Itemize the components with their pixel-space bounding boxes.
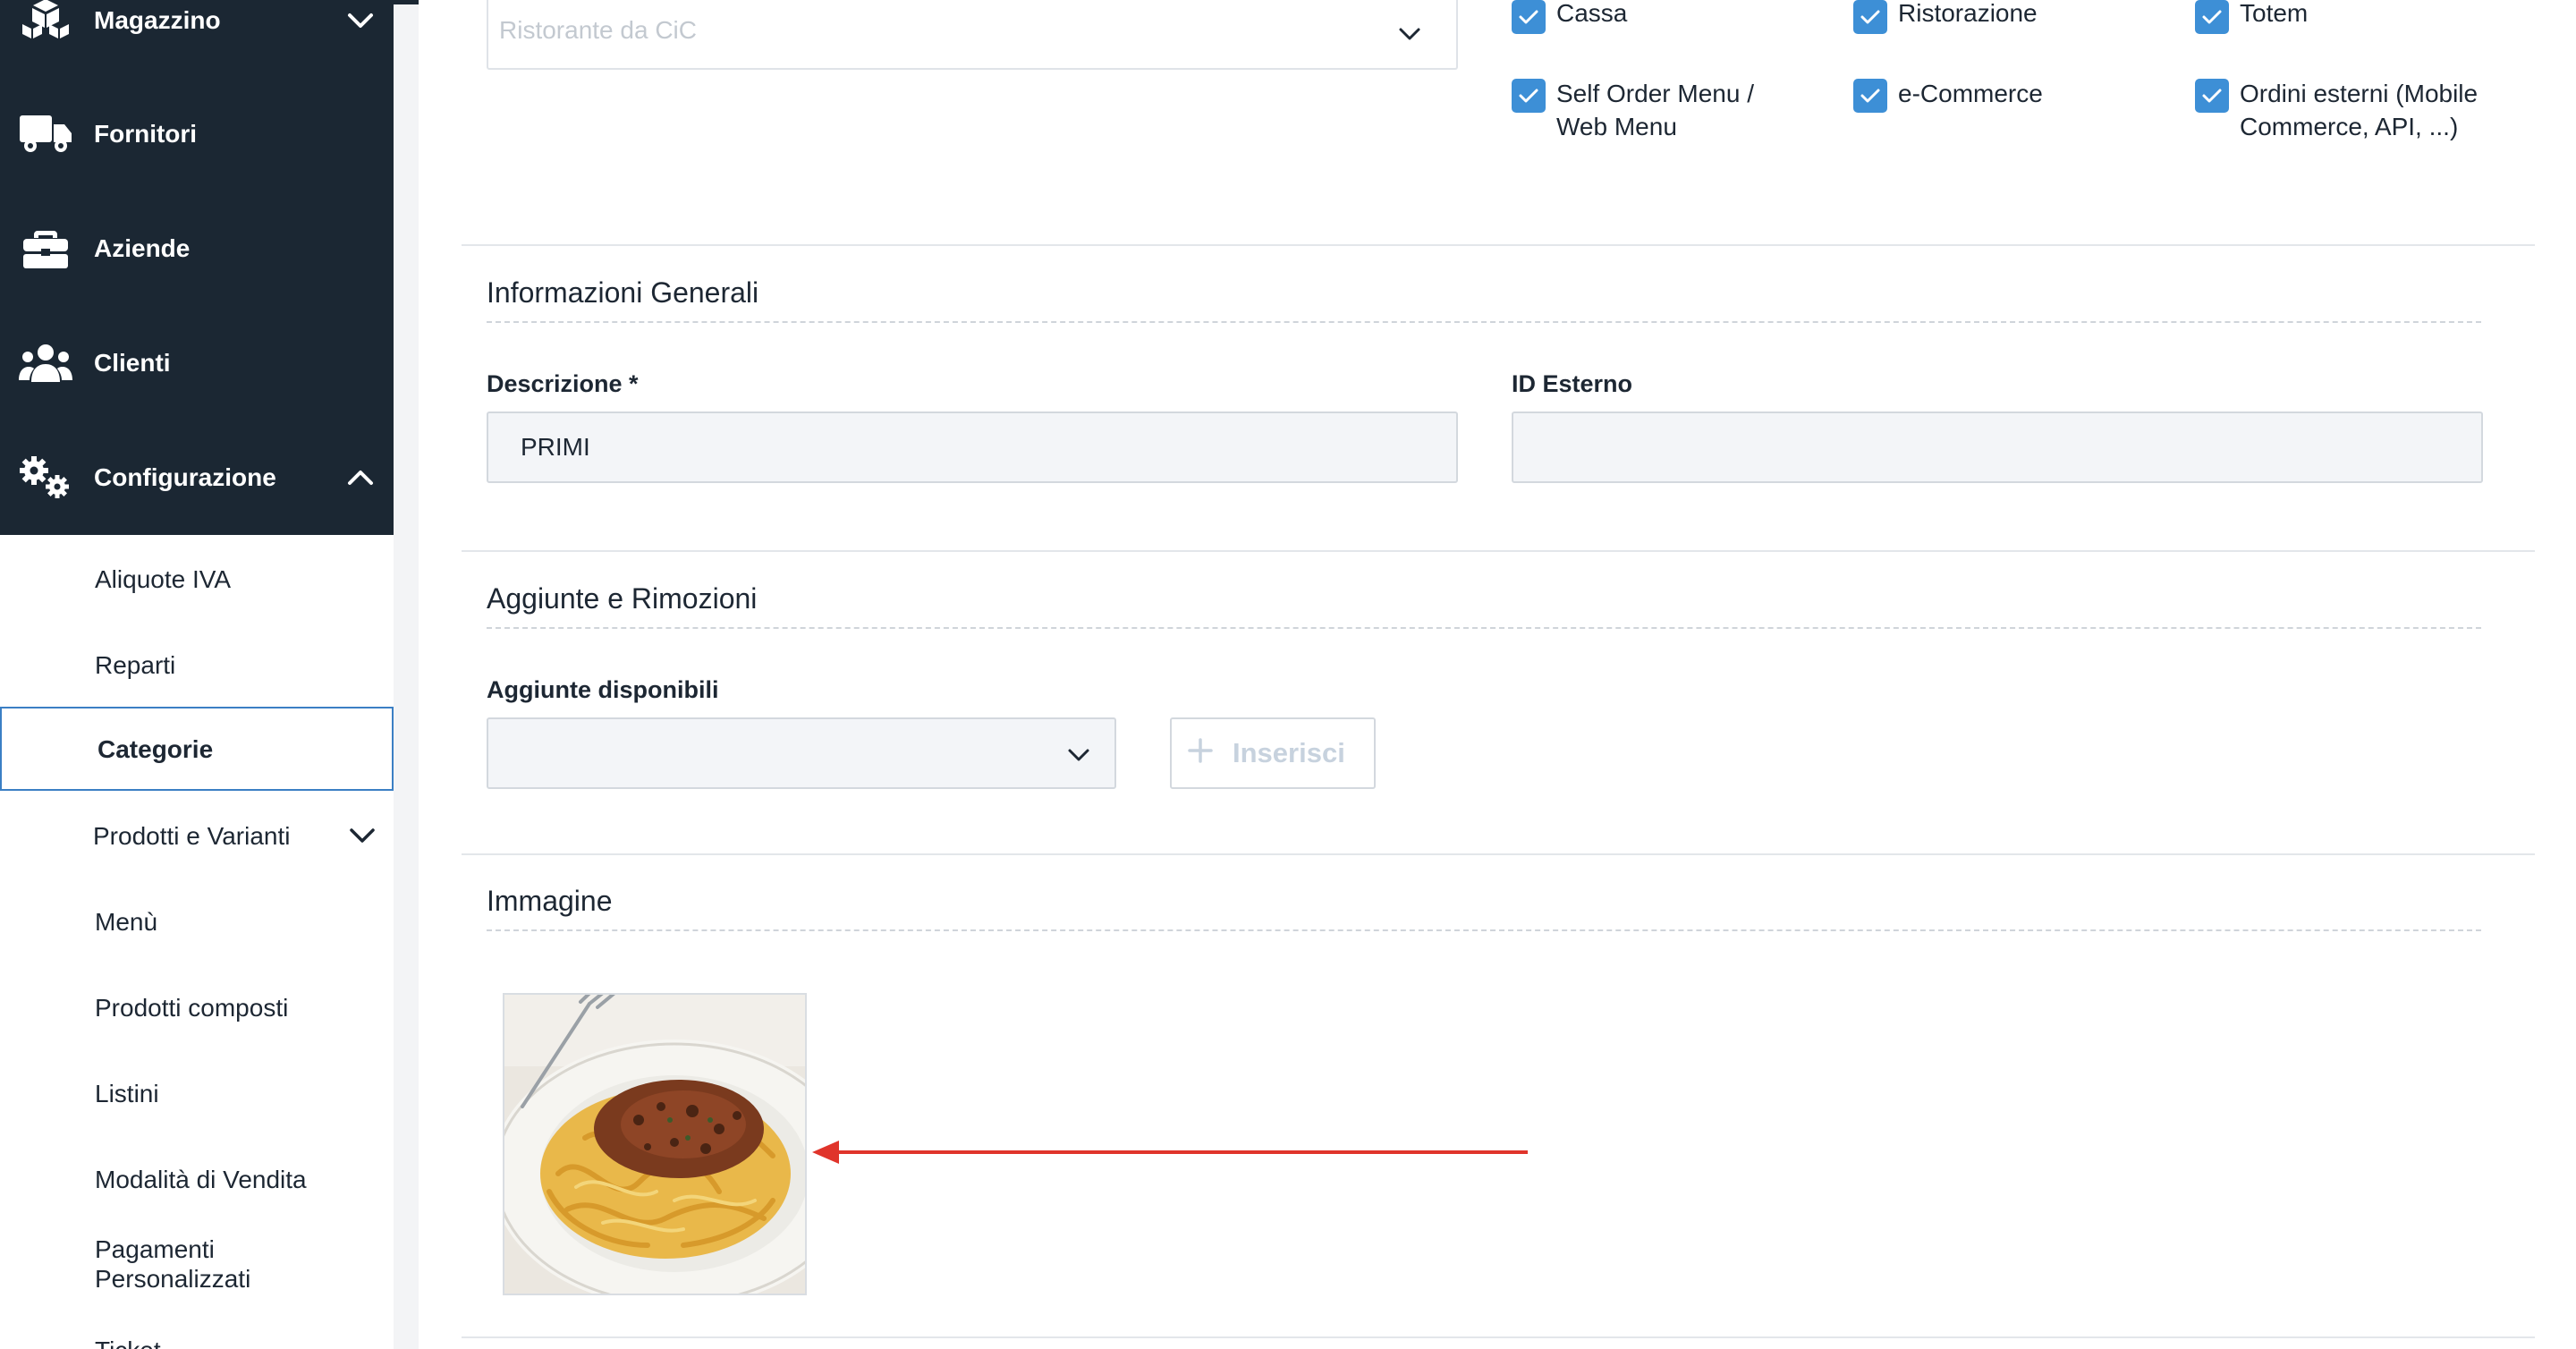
id-esterno-input[interactable] — [1512, 411, 2483, 483]
checkbox-label: Cassa — [1556, 0, 1628, 27]
checkbox-cassa[interactable] — [1512, 0, 1546, 34]
checkbox-label: Totem — [2240, 0, 2309, 27]
check-icon — [1519, 10, 1538, 24]
gears-icon — [18, 450, 73, 505]
section-title-informazioni-generali: Informazioni Generali — [487, 276, 759, 309]
pasta-dish-image — [504, 995, 805, 1294]
sidebar-subitem-aliquote-iva[interactable]: Aliquote IVA — [0, 537, 394, 621]
sidebar-item-aziende[interactable]: Aziende — [0, 195, 394, 302]
sidebar-item-label: Fornitori — [94, 120, 198, 148]
sidebar-item-magazzino[interactable]: Magazzino — [0, 0, 394, 74]
sidebar-item-configurazione[interactable]: Configurazione — [0, 424, 394, 531]
descrizione-value: PRIMI — [521, 433, 590, 461]
chevron-down-icon — [1061, 737, 1097, 773]
sidebar-subitem-label: Prodotti composti — [95, 993, 289, 1022]
checkbox-label: Ristorazione — [1898, 0, 2038, 27]
checkbox-ordini-esterni[interactable] — [2195, 79, 2229, 113]
descrizione-label: Descrizione * — [487, 370, 639, 397]
main-panel: Ristorante da CiC Cassa Ristorazione Tot… — [419, 0, 2576, 1349]
section-divider — [462, 244, 2535, 246]
descrizione-input[interactable]: PRIMI — [487, 411, 1458, 483]
sidebar-item-label: Magazzino — [94, 6, 221, 34]
store-select[interactable]: Ristorante da CiC — [487, 0, 1458, 70]
users-icon — [18, 335, 73, 391]
checkbox-e-commerce[interactable] — [1853, 79, 1887, 113]
briefcase-icon — [18, 221, 73, 276]
sidebar-subitem-label: Aliquote IVA — [95, 564, 232, 593]
section-title-underline — [487, 321, 2481, 323]
inserisci-button-label: Inserisci — [1233, 737, 1345, 768]
sidebar-subitem-label: Ticket — [95, 1336, 161, 1349]
section-title-underline — [487, 929, 2481, 931]
section-title-underline — [487, 627, 2481, 629]
chevron-up-icon — [338, 455, 383, 500]
check-icon — [2202, 89, 2222, 103]
truck-icon — [18, 106, 73, 162]
chevron-down-icon — [338, 0, 383, 43]
sidebar-subitem-listini[interactable]: Listini — [0, 1051, 394, 1135]
sidebar-subitem-label: Categorie — [97, 734, 214, 763]
category-image[interactable] — [503, 993, 807, 1295]
section-divider — [462, 550, 2535, 552]
aggiunte-disponibili-select[interactable] — [487, 717, 1116, 789]
sidebar-main-nav: Magazzino Fornitori Aziende Clienti Conf… — [0, 0, 394, 535]
sidebar-item-fornitori[interactable]: Fornitori — [0, 81, 394, 188]
sidebar: Magazzino Fornitori Aziende Clienti Conf… — [0, 0, 394, 1349]
sidebar-subitem-pagamenti-personalizzati[interactable]: Pagamenti Personalizzati — [0, 1222, 394, 1306]
section-divider — [462, 1336, 2535, 1338]
sidebar-subitem-categorie[interactable]: Categorie — [0, 707, 394, 791]
sidebar-item-label: Configurazione — [94, 463, 276, 491]
checkbox-label: Self Order Menu / Web Menu — [1556, 80, 1754, 140]
sidebar-subitem-prodotti-composti[interactable]: Prodotti composti — [0, 965, 394, 1049]
sidebar-subitem-label: Prodotti e Varianti — [93, 821, 291, 850]
sidebar-subitem-reparti[interactable]: Reparti — [0, 623, 394, 707]
id-esterno-label: ID Esterno — [1512, 370, 1633, 397]
sidebar-subitem-modalita-di-vendita[interactable]: Modalità di Vendita — [0, 1137, 394, 1221]
store-select-value: Ristorante da CiC — [499, 16, 697, 44]
sidebar-item-clienti[interactable]: Clienti — [0, 310, 394, 417]
checkbox-label: e-Commerce — [1898, 80, 2043, 107]
checkbox-totem[interactable] — [2195, 0, 2229, 34]
chevron-down-icon — [340, 813, 385, 858]
sidebar-subitem-label: Reparti — [95, 650, 176, 679]
sidebar-subitem-label: Pagamenti Personalizzati — [95, 1235, 251, 1293]
check-icon — [1860, 89, 1880, 103]
check-icon — [1519, 89, 1538, 103]
sidebar-item-label: Clienti — [94, 349, 171, 377]
inserisci-button[interactable]: Inserisci — [1170, 717, 1376, 789]
sidebar-subitem-prodotti-e-varianti[interactable]: Prodotti e Varianti — [0, 793, 394, 878]
sidebar-subitem-label: Modalità di Vendita — [95, 1165, 307, 1193]
annotation-arrow-icon — [812, 1141, 1528, 1164]
sidebar-subitem-ticket[interactable]: Ticket — [0, 1311, 394, 1349]
section-divider — [462, 853, 2535, 855]
check-icon — [1860, 10, 1880, 24]
sidebar-item-label: Aziende — [94, 234, 191, 262]
boxes-icon — [18, 0, 73, 48]
sidebar-subitem-label: Menù — [95, 907, 158, 936]
aggiunte-disponibili-label: Aggiunte disponibili — [487, 676, 719, 703]
checkbox-label: Ordini esterni (Mobile Commerce, API, ..… — [2240, 80, 2479, 140]
sidebar-subitem-label: Listini — [95, 1079, 159, 1107]
sidebar-subitem-menu[interactable]: Menù — [0, 879, 394, 963]
check-icon — [2202, 10, 2222, 24]
section-title-immagine: Immagine — [487, 885, 613, 917]
section-title-aggiunte-rimozioni: Aggiunte e Rimozioni — [487, 582, 758, 615]
checkbox-self-order-menu[interactable] — [1512, 79, 1546, 113]
chevron-down-icon — [1392, 16, 1428, 52]
checkbox-ristorazione[interactable] — [1853, 0, 1887, 34]
plus-icon — [1184, 734, 1216, 767]
